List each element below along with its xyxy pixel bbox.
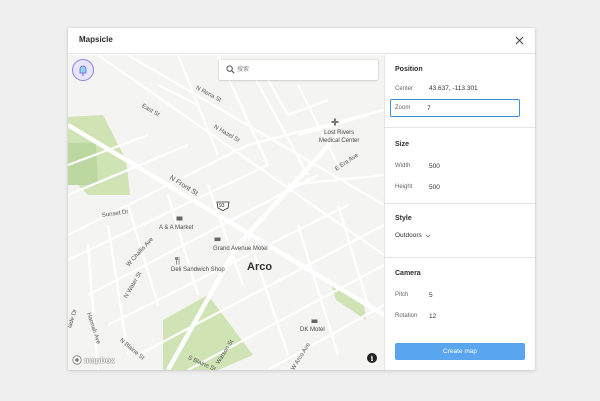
- route-number: 93: [219, 203, 225, 209]
- width-value[interactable]: 500: [429, 163, 440, 170]
- close-button[interactable]: [512, 33, 527, 48]
- lodging-icon: [311, 319, 318, 323]
- zoom-input[interactable]: [427, 103, 487, 114]
- position-title: Position: [395, 66, 423, 73]
- mapbox-attribution[interactable]: mapbox: [72, 355, 115, 365]
- map-search-box[interactable]: [219, 60, 378, 80]
- poi-deli[interactable]: Deli Sandwich Shop: [171, 267, 225, 273]
- rotation-label: Rotation: [395, 313, 418, 319]
- pitch-value[interactable]: 5: [429, 292, 433, 299]
- camera-section: Camera Pitch 5 Rotation 12: [385, 258, 535, 333]
- popsicle-icon: [79, 65, 87, 76]
- position-section: Position Center 43.637, -113.301 Zoom: [385, 55, 535, 128]
- search-icon: [226, 65, 235, 74]
- style-title: Style: [395, 215, 412, 222]
- chevron-down-icon: [425, 234, 431, 238]
- map-view[interactable]: N Rena St East St N Hazel St N Front St …: [68, 55, 384, 370]
- poi-market[interactable]: A & A Market: [159, 225, 193, 231]
- shopping-cart-icon: [176, 216, 183, 221]
- close-icon: [515, 36, 524, 45]
- size-section: Size Width 500 Height 500: [385, 128, 535, 204]
- mapbox-wordmark: mapbox: [84, 355, 115, 365]
- restaurant-icon: [175, 257, 180, 265]
- style-selected: Outdoors: [395, 232, 422, 239]
- city-label: Arco: [247, 261, 273, 273]
- width-label: Width: [395, 163, 411, 169]
- mapbox-logo-icon: [72, 355, 82, 365]
- height-value[interactable]: 500: [429, 184, 440, 191]
- poi-motel[interactable]: Grand Avenue Motel: [213, 246, 268, 252]
- info-icon[interactable]: i: [367, 353, 377, 363]
- center-value[interactable]: 43.637, -113.301: [429, 85, 478, 92]
- zoom-field[interactable]: Zoom: [390, 99, 520, 117]
- lodging-icon: [214, 237, 221, 241]
- app-logo: [72, 59, 94, 81]
- rotation-value[interactable]: 12: [429, 313, 436, 320]
- hospital-icon: [331, 118, 339, 126]
- camera-title: Camera: [395, 270, 421, 277]
- settings-panel: Position Center 43.637, -113.301 Zoom Si…: [384, 55, 535, 370]
- poi-hospital[interactable]: Lost Rivers Medical Center: [319, 129, 359, 145]
- height-label: Height: [395, 184, 413, 190]
- mapsicle-dialog: Mapsicle N Rena St East St N Hazel St N …: [68, 28, 535, 370]
- size-title: Size: [395, 141, 410, 148]
- title-bar: Mapsicle: [68, 28, 535, 54]
- window-title: Mapsicle: [79, 35, 113, 44]
- style-select[interactable]: Outdoors: [395, 232, 431, 239]
- pitch-label: Pitch: [395, 292, 409, 298]
- poi-dk-motel[interactable]: DK Motel: [300, 327, 325, 333]
- search-input[interactable]: [237, 63, 372, 77]
- style-section: Style Outdoors: [385, 204, 535, 258]
- center-label: Center: [395, 86, 414, 92]
- zoom-label: Zoom: [395, 105, 411, 111]
- create-map-button[interactable]: Create map: [395, 343, 525, 360]
